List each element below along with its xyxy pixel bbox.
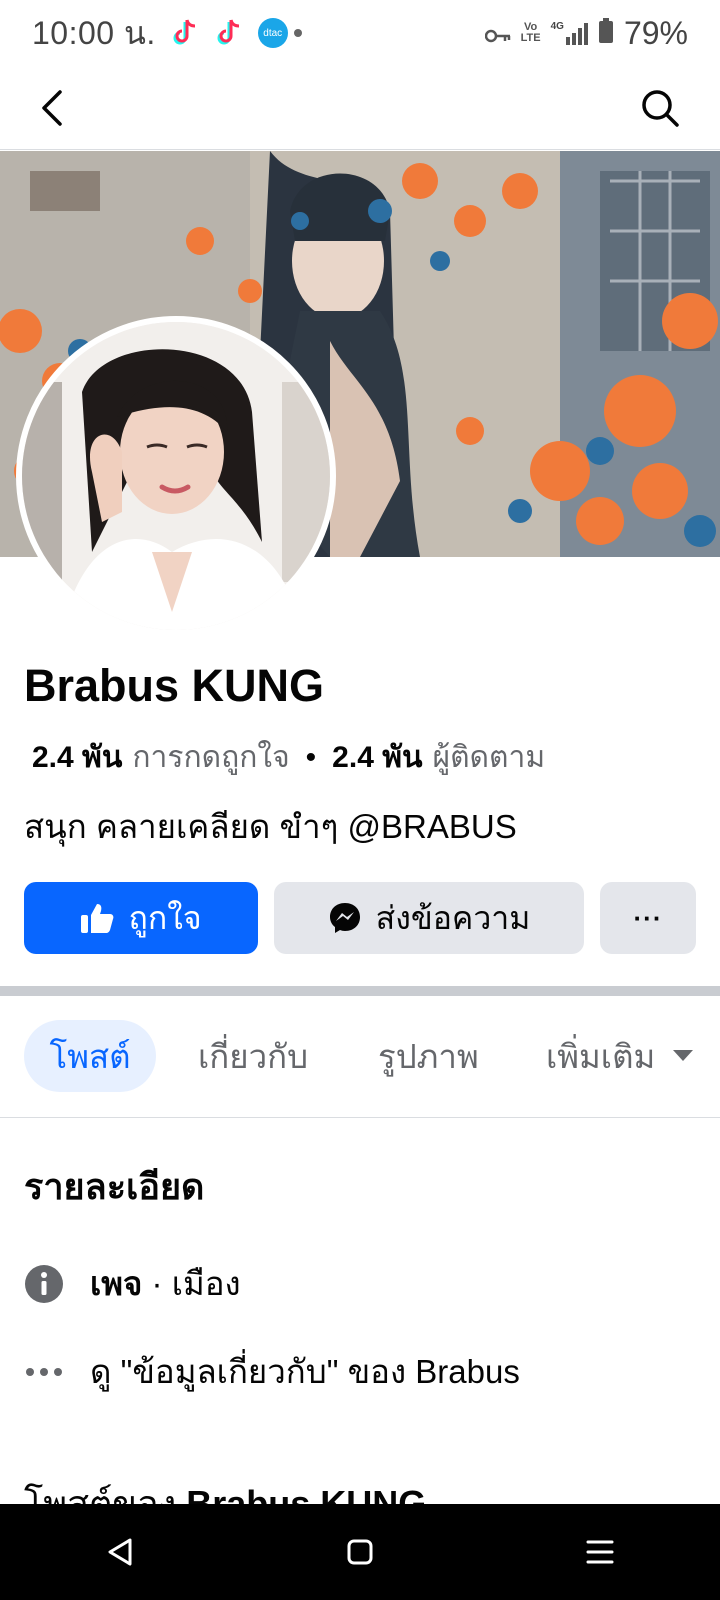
details-title: รายละเอียด [24,1166,205,1207]
profile-name: Brabus KUNG [24,660,325,711]
tiktok-icon [214,18,244,48]
back-button[interactable] [28,84,76,132]
caret-down-icon [673,1050,694,1061]
about-link-row[interactable]: ดู "ข้อมูลเกี่ยวกับ" ของ Brabus [24,1345,520,1398]
like-button-label: ถูกใจ [128,899,202,936]
message-button[interactable]: ส่งข้อความ [274,882,584,954]
menu-lines-icon [586,1540,614,1564]
tab-about[interactable]: เกี่ยวกับ [198,1020,308,1092]
page-type-label: เพจ [90,1265,143,1302]
triangle-back-icon [108,1538,132,1566]
page-type-row: เพจ · เมือง [24,1257,241,1310]
notification-dot [293,29,302,37]
network-type: 4G [550,21,564,32]
message-button-label: ส่งข้อความ [375,899,531,936]
nav-recents-button[interactable] [564,1516,636,1588]
volte-bottom: LTE [520,32,541,44]
status-right: Vo LTE 4G 79% [484,14,688,52]
profile-avatar[interactable] [16,316,336,636]
page-category: · เมือง [142,1265,241,1302]
tab-more[interactable]: เพิ่มเติม [546,1020,694,1092]
about-link-text: ดู "ข้อมูลเกี่ยวกับ" ของ Brabus [90,1353,520,1390]
vpn-key-icon [484,15,511,52]
search-icon [642,90,679,127]
messenger-icon [329,903,360,933]
like-button[interactable]: ถูกใจ [24,882,258,954]
status-bar: 10:00 น. dtac Vo LTE 4G 79% [0,0,720,66]
system-navigation-bar [0,1504,720,1600]
chevron-left-icon [42,90,62,126]
nav-back-button[interactable] [84,1516,156,1588]
likes-count: 2.4 พัน [32,741,123,774]
more-options-button[interactable]: ··· [600,882,696,954]
followers-label: ผู้ติดตาม [432,741,546,774]
dtac-icon: dtac [257,18,288,48]
profile-stats: 2.4 พัน การกดถูกใจ • 2.4 พัน ผู้ติดตาม [32,734,545,781]
top-navigation [0,66,720,150]
status-time: 10:00 น. [32,14,156,51]
status-left: 10:00 น. dtac [32,8,302,59]
info-icon [24,1264,64,1304]
nav-home-button[interactable] [324,1516,396,1588]
more-dots-icon: ··· [633,902,663,933]
signal-icon: 4G [551,21,588,45]
tab-photos[interactable]: รูปภาพ [378,1020,479,1092]
tab-posts[interactable]: โพสต์ [24,1020,156,1092]
followers-count: 2.4 พัน [332,741,423,774]
more-dots-icon [24,1352,64,1392]
search-button[interactable] [636,84,684,132]
tab-more-label: เพิ่มเติม [546,1037,656,1075]
battery-percent: 79% [623,14,688,51]
volte-indicator: Vo LTE [521,22,541,44]
battery-icon [598,15,614,52]
section-divider [0,986,720,996]
profile-tabs: โพสต์ เกี่ยวกับ รูปภาพ เพิ่มเติม [0,1020,720,1092]
stats-separator: • [305,741,317,774]
profile-bio: สนุก คลายเคลียด ขำๆ @BRABUS [24,808,517,845]
square-home-icon [347,1539,373,1565]
thumbs-up-icon [81,904,114,933]
tabs-divider [0,1117,720,1118]
tiktok-icon [170,18,200,48]
avatar-photo [22,322,330,630]
likes-label: การกดถูกใจ [132,741,290,774]
